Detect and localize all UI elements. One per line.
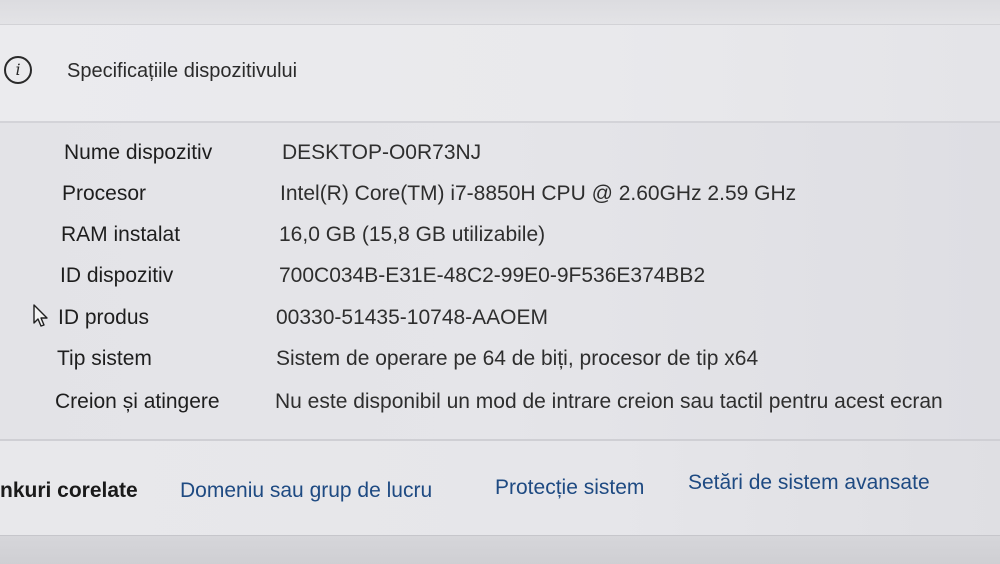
bottom-strip — [0, 535, 1000, 564]
spec-label: Creion și atingere — [55, 390, 220, 413]
link-domain-workgroup[interactable]: Domeniu sau grup de lucru — [180, 479, 432, 503]
spec-label: RAM instalat — [61, 223, 181, 246]
spec-value[interactable]: DESKTOP-O0R73NJ — [282, 141, 481, 165]
mouse-cursor-icon — [33, 304, 48, 327]
spec-value[interactable]: 00330-51435-10748-AAOEM — [276, 306, 548, 330]
link-advanced-system-settings[interactable]: Setări de sistem avansate — [688, 471, 930, 495]
info-icon: i — [4, 56, 32, 84]
spec-label: Tip sistem — [57, 347, 152, 370]
top-strip — [0, 0, 1000, 25]
spec-label: ID produs — [58, 306, 150, 329]
link-system-protection[interactable]: Protecție sistem — [495, 476, 644, 500]
spec-value[interactable]: 16,0 GB (15,8 GB utilizabile) — [279, 223, 545, 247]
spec-value[interactable]: Sistem de operare pe 64 de biți, proceso… — [276, 347, 758, 371]
spec-label: Nume dispozitiv — [64, 141, 213, 164]
spec-value[interactable]: Nu este disponibil un mod de intrare cre… — [275, 390, 943, 414]
spec-label: ID dispozitiv — [60, 264, 174, 287]
section-title: Specificațiile dispozitivului — [67, 60, 298, 82]
related-links-title: nkuri corelate — [0, 479, 138, 502]
spec-value[interactable]: Intel(R) Core(TM) i7-8850H CPU @ 2.60GHz… — [280, 182, 796, 206]
spec-value[interactable]: 700C034B-E31E-48C2-99E0-9F536E374BB2 — [279, 264, 705, 288]
spec-label: Procesor — [62, 182, 147, 205]
